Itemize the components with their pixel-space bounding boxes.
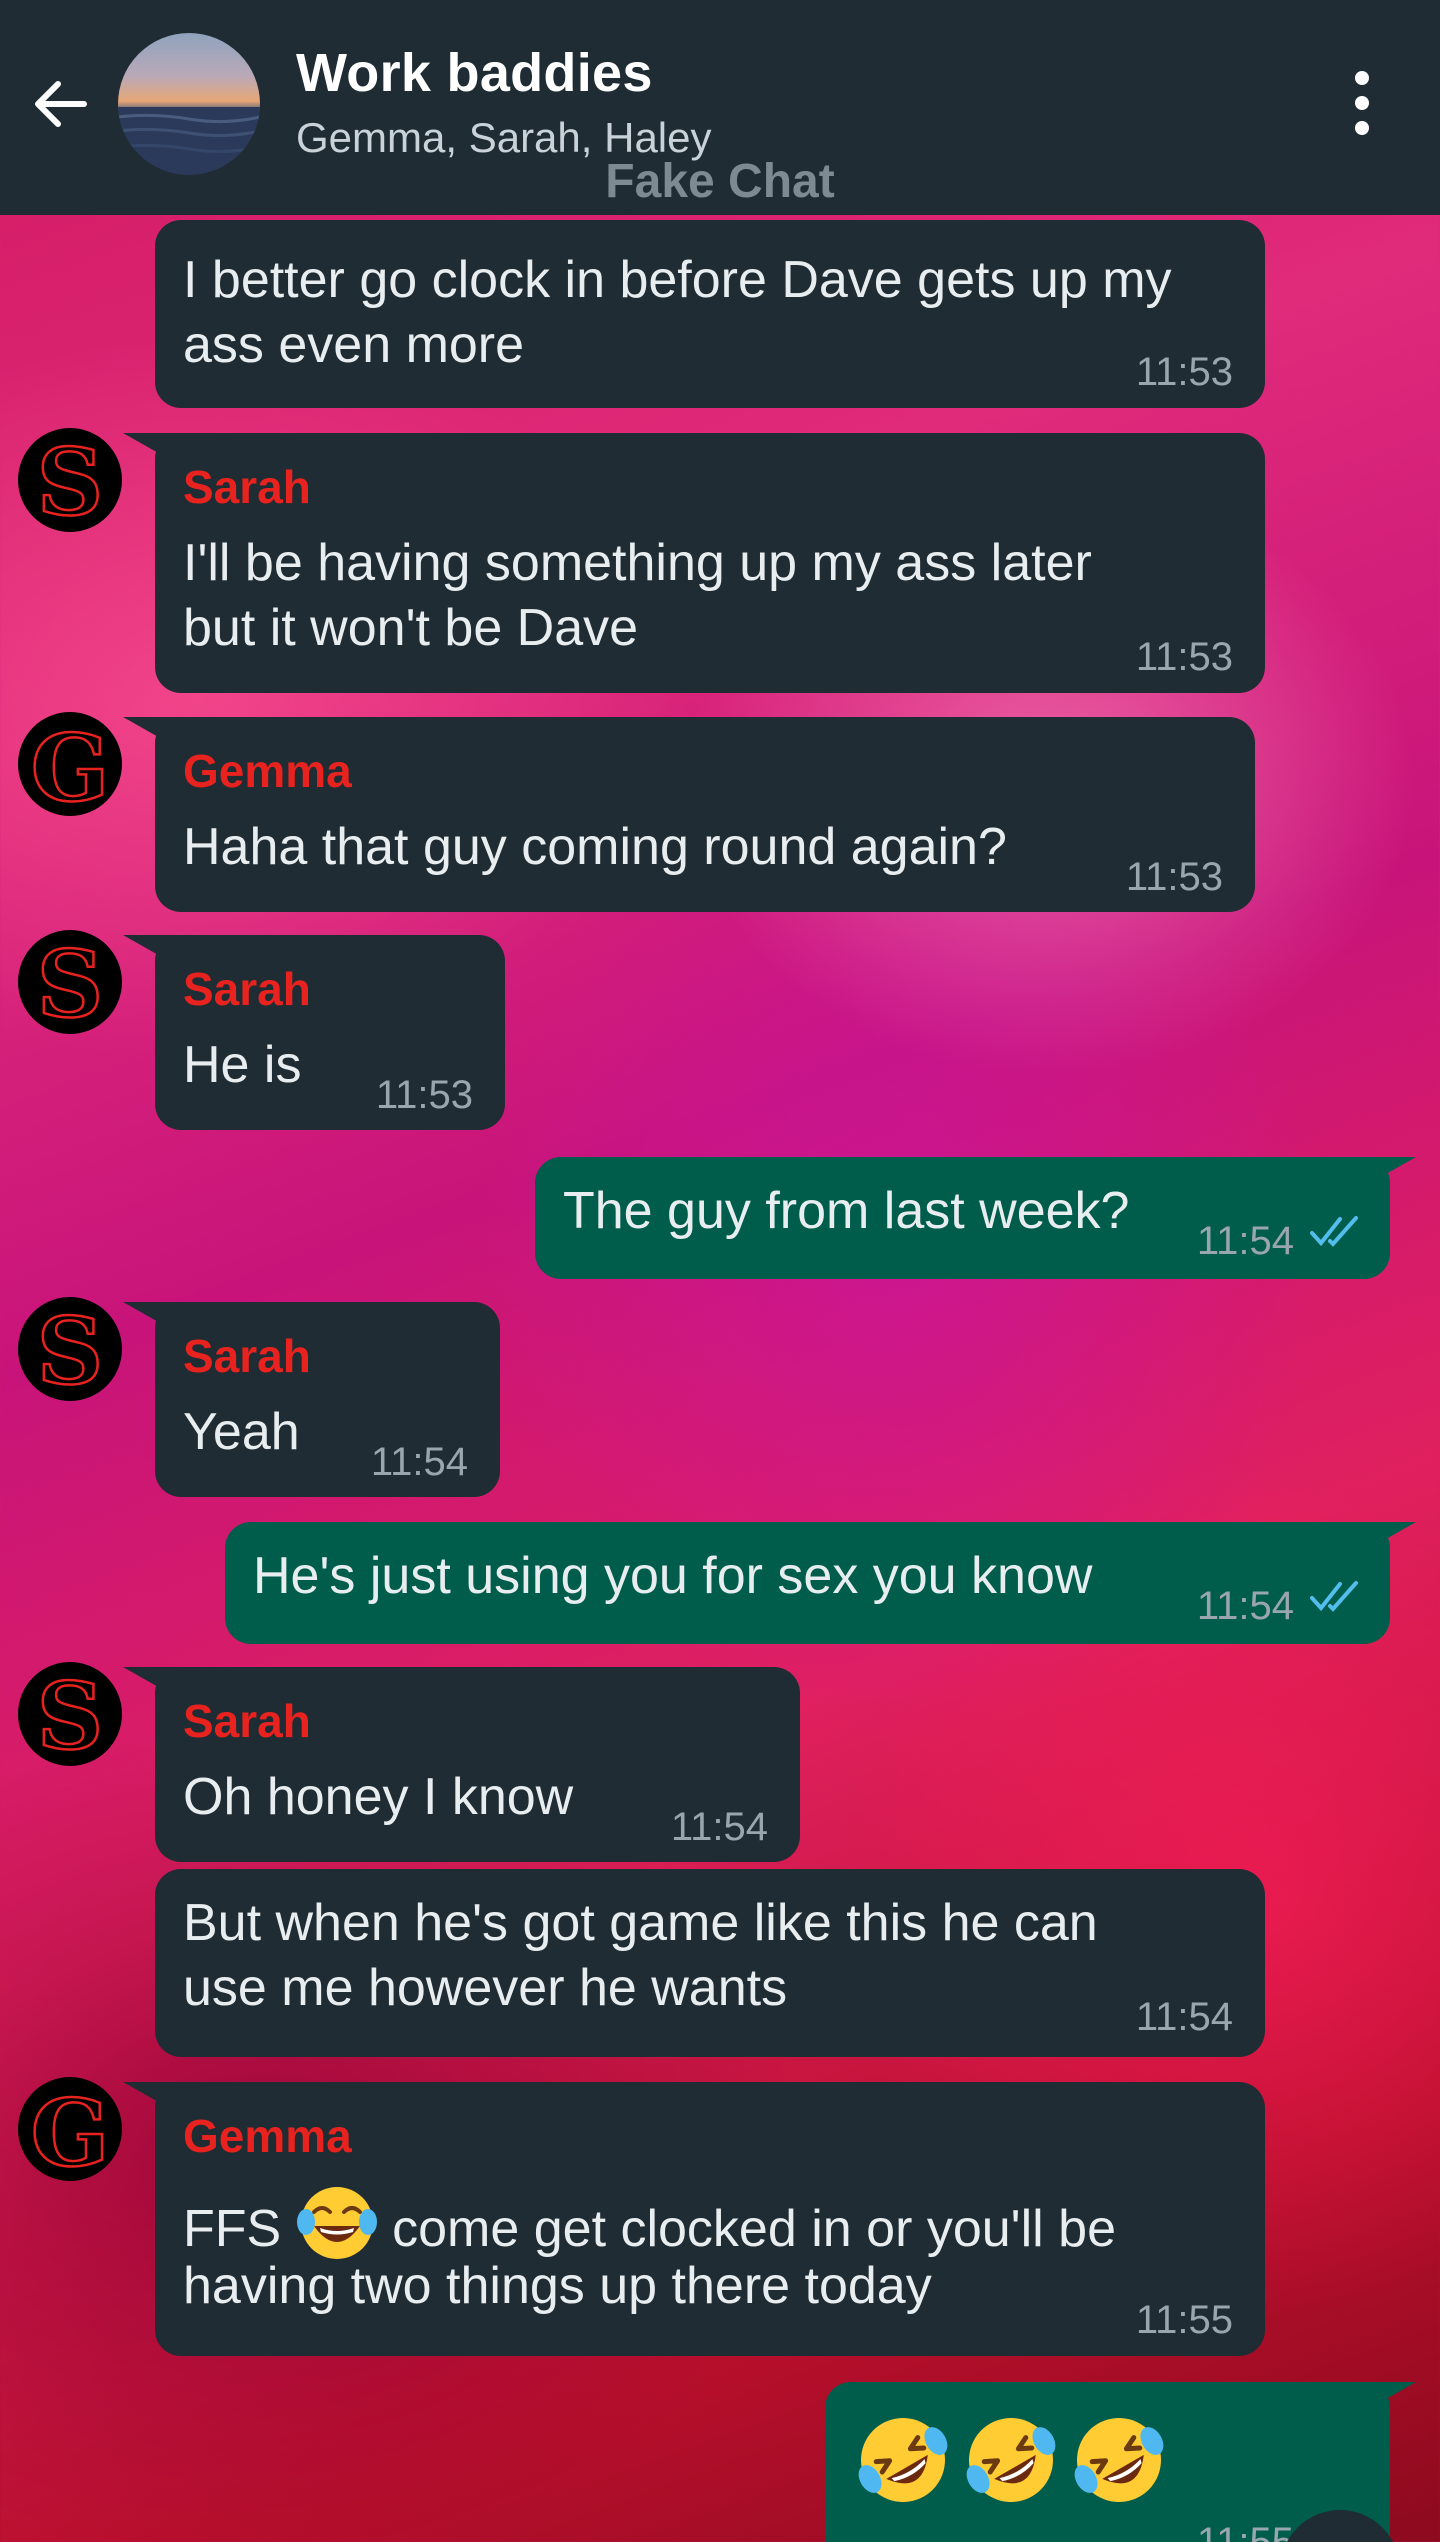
message-text: I'll be having something up my ass later [183, 534, 1092, 592]
more-options-icon[interactable] [1348, 68, 1376, 138]
rolling-on-the-floor-laughing-icon [1074, 2418, 1164, 2502]
message-time: 11:54 [370, 1440, 468, 1484]
message-time: 11:54 [1196, 1584, 1294, 1628]
fake-chat-watermark: Fake Chat [605, 155, 835, 208]
back-arrow-icon[interactable] [28, 72, 92, 136]
message-time: 11:53 [1135, 350, 1233, 394]
avatar-sarah[interactable]: S [18, 1662, 122, 1766]
avatar-initial: S [37, 930, 103, 1034]
message-text: I better go clock in before Dave gets up… [183, 251, 1172, 309]
bubble-tail [123, 433, 183, 467]
read-ticks-icon [1310, 1581, 1358, 1612]
avatar-initial: S [37, 1297, 103, 1401]
message-text: ass even more [183, 316, 525, 374]
sender-name: Gemma [183, 745, 352, 797]
avatar-gemma[interactable]: G [18, 712, 122, 816]
avatar-initial: S [37, 428, 103, 532]
message-time: 11:55 [1135, 2298, 1233, 2342]
message-time: 11:54 [1135, 1995, 1233, 2039]
message-text: having two things up there today [183, 2257, 932, 2315]
message-text: but it won't be Dave [183, 599, 639, 657]
avatar-sarah[interactable]: S [18, 930, 122, 1034]
message-bubble[interactable]: But when he's got game like this he can … [155, 1869, 1265, 2057]
message-bubble-outgoing[interactable]: The guy from last week? 11:54 [535, 1157, 1416, 1279]
bubble-tail [123, 717, 183, 751]
avatar-sarah[interactable]: S [18, 428, 122, 532]
avatar-initial: G [31, 2079, 110, 2181]
sender-name: Sarah [183, 1695, 311, 1747]
message-bubble-outgoing[interactable]: He's just using you for sex you know 11:… [225, 1522, 1416, 1644]
bubble-tail [123, 1302, 183, 1336]
message-bubble[interactable]: I better go clock in before Dave gets up… [155, 220, 1265, 408]
message-time: 11:54 [1196, 1219, 1294, 1263]
message-time: 11:53 [375, 1073, 473, 1117]
sender-name: Sarah [183, 963, 311, 1015]
rolling-on-the-floor-laughing-icon [966, 2418, 1056, 2502]
avatar-gemma[interactable]: G [18, 2077, 122, 2181]
message-text: use me however he wants [183, 1959, 788, 2017]
message-time: 11:53 [1135, 635, 1233, 679]
message-bubble[interactable]: Sarah Oh honey I know 11:54 [123, 1667, 800, 1862]
bubble-tail [123, 1667, 183, 1701]
sender-name: Gemma [183, 2110, 352, 2162]
message-text: FFS [183, 2200, 282, 2258]
message-text: Haha that guy coming round again? [183, 818, 1007, 876]
face-with-tears-of-joy-icon [296, 2187, 377, 2259]
message-time: 11:55 [1196, 2520, 1294, 2542]
message-time: 11:53 [1125, 855, 1223, 899]
message-bubble-outgoing[interactable]: 11:55 [825, 2382, 1416, 2542]
avatar-initial: S [37, 1662, 103, 1766]
sender-name: Sarah [183, 1330, 311, 1382]
avatar-sarah[interactable]: S [18, 1297, 122, 1401]
message-bubble[interactable]: Gemma Haha that guy coming round again? … [123, 717, 1255, 912]
message-time: 11:54 [670, 1805, 768, 1849]
message-bubble[interactable]: Sarah He is 11:53 [123, 935, 505, 1130]
bubble-tail [123, 2082, 183, 2116]
message-bubble[interactable]: Sarah I'll be having something up my ass… [123, 433, 1265, 693]
rolling-on-the-floor-laughing-icon [858, 2418, 948, 2502]
avatar-initial: G [31, 714, 110, 816]
message-bubble[interactable]: Sarah Yeah 11:54 [123, 1302, 500, 1497]
read-ticks-icon [1310, 1216, 1358, 1247]
bubble-tail [123, 935, 183, 969]
chat-header: Work baddies Gemma, Sarah, Haley Fake Ch… [0, 0, 1440, 215]
message-line: FFS come get clocked in or you'll be [183, 2182, 1241, 2264]
message-bubble[interactable]: Gemma FFS come get clocked in or you'll … [123, 2082, 1265, 2356]
message-text: come get clocked in or you'll be [392, 2200, 1116, 2258]
sender-name: Sarah [183, 461, 311, 513]
chat-title[interactable]: Work baddies [296, 42, 653, 104]
message-text: But when he's got game like this he can [183, 1894, 1098, 1952]
